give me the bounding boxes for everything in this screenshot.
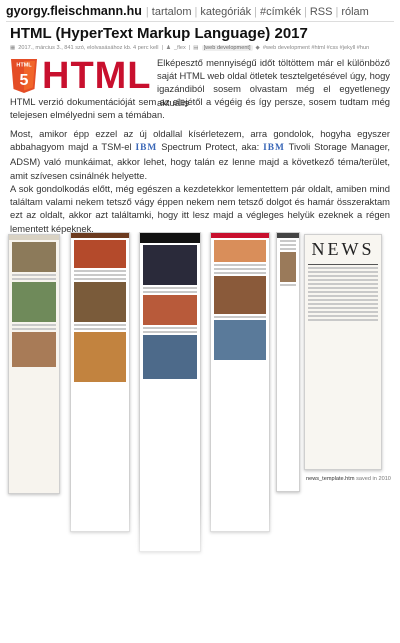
thumbnail-text-line xyxy=(74,278,126,280)
thumbnail-image xyxy=(74,282,126,322)
thumbnail-image xyxy=(214,276,266,314)
thumbnail-text-line xyxy=(280,248,296,250)
thumbnail-image xyxy=(214,320,266,360)
thumbnail-text-line xyxy=(12,274,56,276)
html5-logo: HTML 5 HTML xyxy=(10,57,155,95)
post-tags[interactable]: #web development #html #css #jekyll #hun xyxy=(263,45,369,51)
thumbnail-text-line xyxy=(308,283,378,285)
thumbnail-text-line xyxy=(74,324,126,326)
gallery-thumbnail[interactable] xyxy=(210,232,270,532)
post-meta: ▦ 2017., március 3., 841 szó, elolvasásá… xyxy=(10,43,395,52)
html-logo-word: HTML xyxy=(42,55,152,97)
thumbnail-text-line xyxy=(74,328,126,330)
html5-shield-icon: HTML 5 xyxy=(11,59,37,93)
thumbnail-text-line xyxy=(12,328,56,330)
thumbnail-image xyxy=(74,332,126,382)
nav-item-rolam[interactable]: rólam xyxy=(338,6,372,18)
thumbnail-text-line xyxy=(12,278,56,280)
paragraph-1-part-b: HTML verzió dokumentációját sem az elejé… xyxy=(10,96,390,121)
calendar-icon: ▦ xyxy=(10,44,16,51)
thumbnail-image xyxy=(12,242,56,272)
thumbnail-header xyxy=(71,233,129,238)
thumbnail-image xyxy=(12,282,56,322)
news-caption: news_template.htm saved in 2010 xyxy=(306,476,391,482)
meta-separator: | xyxy=(161,44,163,51)
thumbnail-text-line xyxy=(214,264,266,266)
thumbnail-text-line xyxy=(74,274,126,276)
thumbnail-text-line xyxy=(143,331,197,333)
tag-icon: ◆ xyxy=(255,44,260,51)
reflection-fade xyxy=(0,503,400,643)
thumbnail-text-line xyxy=(308,275,378,277)
gallery-thumbnail-news[interactable]: NEWS xyxy=(304,234,382,470)
post-category[interactable]: [web development] xyxy=(201,44,253,51)
paragraph-2: Most, amikor épp ezzel az új oldallal kí… xyxy=(10,127,390,182)
gallery-thumbnail[interactable] xyxy=(70,232,130,532)
thumbnail-text-line xyxy=(74,270,126,272)
thumbnail-text-line xyxy=(280,284,296,286)
thumbnail-text-line xyxy=(308,319,378,321)
nav-item-rss[interactable]: RSS xyxy=(307,6,336,18)
thumbnail-image xyxy=(74,240,126,268)
thumbnail-header xyxy=(211,233,269,238)
nav-item-kategoriak[interactable]: kategóriák xyxy=(197,6,254,18)
thumbnail-text-line xyxy=(308,299,378,301)
thumbnail-image xyxy=(143,335,197,379)
svg-text:5: 5 xyxy=(20,72,29,89)
screenshot-gallery: NEWS xyxy=(0,232,400,643)
news-caption-file[interactable]: news_template.htm xyxy=(306,476,355,482)
thumbnail-image xyxy=(143,245,197,285)
thumbnail-image xyxy=(214,240,266,262)
ibm-logo: IBM xyxy=(263,143,285,154)
paragraph-2-text-b: Spectrum Protect, aka: xyxy=(161,141,260,153)
thumbnail-text-line xyxy=(143,327,197,329)
thumbnail-image xyxy=(12,332,56,367)
gallery-thumbnail[interactable] xyxy=(8,234,60,494)
thumbnail-header xyxy=(140,233,200,243)
post-author[interactable]: _flex xyxy=(174,45,186,51)
post-date: 2017., március 3., 841 szó, elolvasásáho… xyxy=(18,44,159,51)
thumbnail-text-line xyxy=(308,279,378,281)
folder-icon: ▤ xyxy=(193,44,199,51)
thumbnail-text-line xyxy=(214,268,266,270)
thumbnail-header xyxy=(277,233,299,238)
top-navigation: gyorgy.fleischmann.hu | tartalom | kateg… xyxy=(6,4,394,22)
thumbnail-text-line xyxy=(308,287,378,289)
thumbnail-text-line xyxy=(143,291,197,293)
thumbnail-text-line xyxy=(214,316,266,318)
paragraph-3: A sok gondolkodás előtt, még egészen a k… xyxy=(10,183,390,234)
news-masthead: NEWS xyxy=(311,239,375,259)
gallery-thumbnail[interactable] xyxy=(276,232,300,492)
thumbnail-text-line xyxy=(308,303,378,305)
thumbnail-text-line xyxy=(214,272,266,274)
svg-text:HTML: HTML xyxy=(16,63,32,69)
thumbnail-text-line xyxy=(280,240,296,242)
thumbnail-text-line xyxy=(143,287,197,289)
nav-item-tartalom[interactable]: tartalom xyxy=(149,6,195,18)
thumbnail-text-line xyxy=(308,295,378,297)
thumbnail-text-line xyxy=(308,307,378,309)
thumbnail-image xyxy=(143,295,197,325)
thumbnail-text-line xyxy=(280,244,296,246)
thumbnail-text-line xyxy=(308,315,378,317)
meta-separator: | xyxy=(188,44,191,51)
nav-item-cimkek[interactable]: #címkék xyxy=(257,6,304,18)
thumbnail-text-line xyxy=(308,264,378,265)
thumbnail-text-line xyxy=(12,324,56,326)
post-title: HTML (HyperText Markup Language) 2017 xyxy=(10,25,308,42)
ibm-logo: IBM xyxy=(135,143,158,154)
header-divider xyxy=(6,21,394,22)
thumbnail-image xyxy=(280,252,296,282)
news-caption-saved: saved in 2010 xyxy=(356,476,391,482)
thumbnail-text-line xyxy=(308,271,378,273)
thumbnail-text-line xyxy=(308,267,378,269)
thumbnail-text-line xyxy=(308,311,378,313)
site-brand[interactable]: gyorgy.fleischmann.hu xyxy=(6,4,142,18)
thumbnail-text-line xyxy=(308,291,378,293)
thumbnail-header xyxy=(9,235,59,240)
user-icon: ♟ xyxy=(165,44,171,51)
